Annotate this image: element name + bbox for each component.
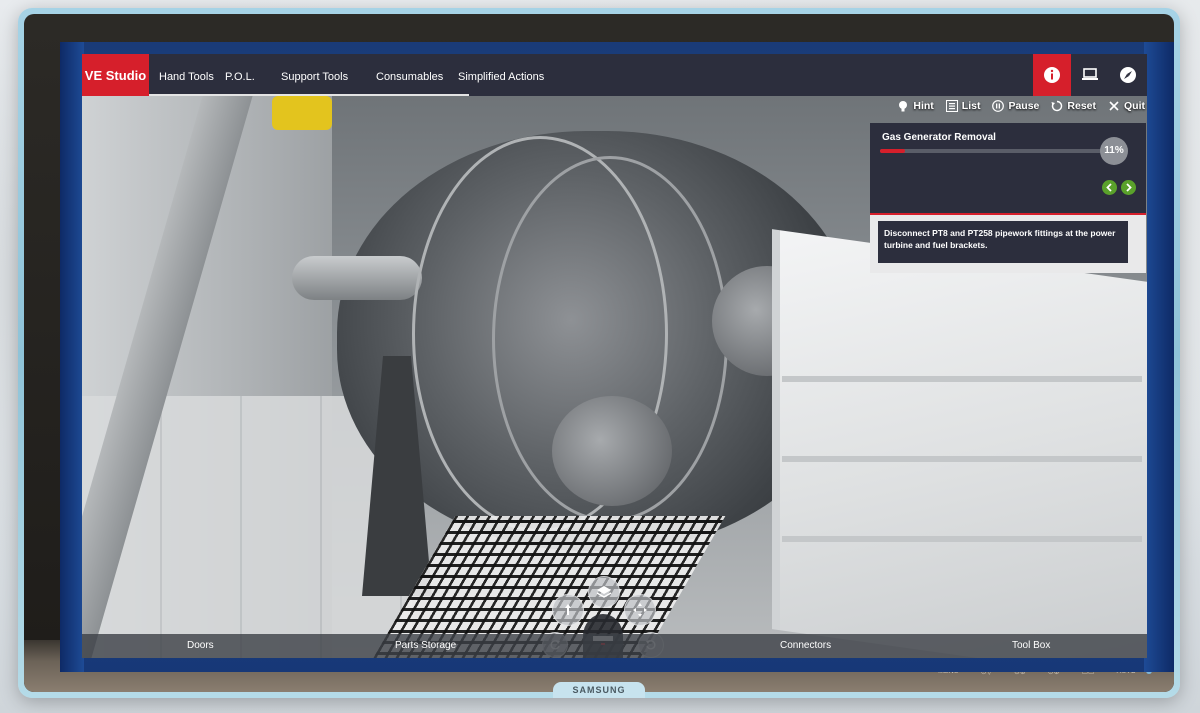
task-title: Gas Generator Removal bbox=[882, 132, 996, 143]
laptop-icon bbox=[1082, 68, 1098, 80]
nav-support-tools[interactable]: Support Tools bbox=[281, 54, 376, 96]
list-button[interactable]: List bbox=[945, 100, 981, 112]
top-menu-bar: VE Studio Hand Tools P.O.L. Support Tool… bbox=[82, 54, 1147, 96]
location-parts-storage[interactable]: Parts Storage bbox=[395, 634, 456, 658]
view-layers-button[interactable] bbox=[588, 576, 620, 608]
task-progress-track bbox=[880, 149, 1105, 153]
task-progress-badge: 11% bbox=[1100, 137, 1128, 165]
hint-label: Hint bbox=[913, 100, 934, 112]
previous-step-button[interactable] bbox=[1102, 180, 1117, 195]
main-nav: Hand Tools P.O.L. Support Tools Consumab… bbox=[159, 54, 568, 96]
bottom-location-bar: Doors Parts Storage Connectors Tool Box bbox=[82, 634, 1147, 658]
list-label: List bbox=[961, 100, 981, 112]
action-bar: Hint List Pause Reset Quit bbox=[897, 100, 1145, 112]
screen-glow-left bbox=[60, 42, 84, 672]
task-step-nav bbox=[1102, 180, 1136, 195]
location-tool-box[interactable]: Tool Box bbox=[1012, 634, 1050, 658]
quit-button[interactable]: Quit bbox=[1108, 100, 1145, 112]
compass-icon bbox=[1120, 67, 1136, 83]
close-icon bbox=[1108, 100, 1120, 112]
quit-label: Quit bbox=[1124, 100, 1145, 112]
pan-button[interactable] bbox=[624, 594, 656, 626]
move-up-button[interactable] bbox=[552, 594, 584, 626]
chevron-right-icon bbox=[1126, 183, 1132, 192]
compass-button[interactable] bbox=[1109, 54, 1147, 96]
reset-button[interactable]: Reset bbox=[1051, 100, 1096, 112]
nav-consumables[interactable]: Consumables bbox=[376, 54, 458, 96]
laptop-button[interactable] bbox=[1071, 54, 1109, 96]
move-icon bbox=[565, 604, 571, 615]
info-button[interactable] bbox=[1033, 54, 1071, 96]
monitor-brand-label: SAMSUNG bbox=[553, 682, 645, 698]
reset-icon bbox=[1051, 100, 1063, 112]
location-connectors[interactable]: Connectors bbox=[780, 634, 831, 658]
scene-combustion-can[interactable] bbox=[552, 396, 672, 506]
list-icon bbox=[945, 100, 958, 112]
next-step-button[interactable] bbox=[1121, 180, 1136, 195]
nav-hand-tools[interactable]: Hand Tools bbox=[159, 54, 225, 96]
task-progress-fill bbox=[880, 149, 905, 153]
nav-simplified-actions[interactable]: Simplified Actions bbox=[458, 54, 568, 96]
monitor-frame: MENU ⊙▽ ⊖⊕ ⊙⊕ ▭▭ AUTO SAMSUNG bbox=[18, 8, 1180, 698]
monitor-screen: VE Studio Hand Tools P.O.L. Support Tool… bbox=[60, 42, 1174, 672]
nav-underline bbox=[149, 94, 469, 96]
pause-icon bbox=[992, 100, 1005, 112]
instruction-text: Disconnect PT8 and PT258 pipework fittin… bbox=[878, 221, 1128, 263]
info-icon bbox=[1044, 67, 1060, 83]
app-window: VE Studio Hand Tools P.O.L. Support Tool… bbox=[82, 54, 1147, 658]
top-right-buttons bbox=[1033, 54, 1147, 96]
scene-enclosure-slat bbox=[782, 536, 1142, 542]
screen-glow-right bbox=[1144, 42, 1174, 672]
scene-exhaust-pipe[interactable] bbox=[292, 256, 422, 300]
task-panel: Gas Generator Removal 11% bbox=[870, 123, 1146, 213]
scene-enclosure bbox=[772, 229, 1147, 658]
hint-button[interactable]: Hint bbox=[897, 100, 934, 112]
arrows-icon bbox=[633, 603, 647, 617]
scene-enclosure-slat bbox=[782, 456, 1142, 462]
pause-label: Pause bbox=[1008, 100, 1040, 112]
instruction-panel: Disconnect PT8 and PT258 pipework fittin… bbox=[870, 215, 1146, 273]
lightbulb-icon bbox=[897, 100, 909, 112]
nav-pol[interactable]: P.O.L. bbox=[225, 54, 281, 96]
layers-icon bbox=[596, 586, 612, 598]
scene-yellow-tank bbox=[272, 96, 332, 130]
location-doors[interactable]: Doors bbox=[187, 634, 214, 658]
app-logo[interactable]: VE Studio bbox=[82, 54, 149, 96]
scene-enclosure-slat bbox=[782, 376, 1142, 382]
pause-button[interactable]: Pause bbox=[992, 100, 1039, 112]
chevron-left-icon bbox=[1106, 183, 1112, 192]
reset-label: Reset bbox=[1067, 100, 1096, 112]
